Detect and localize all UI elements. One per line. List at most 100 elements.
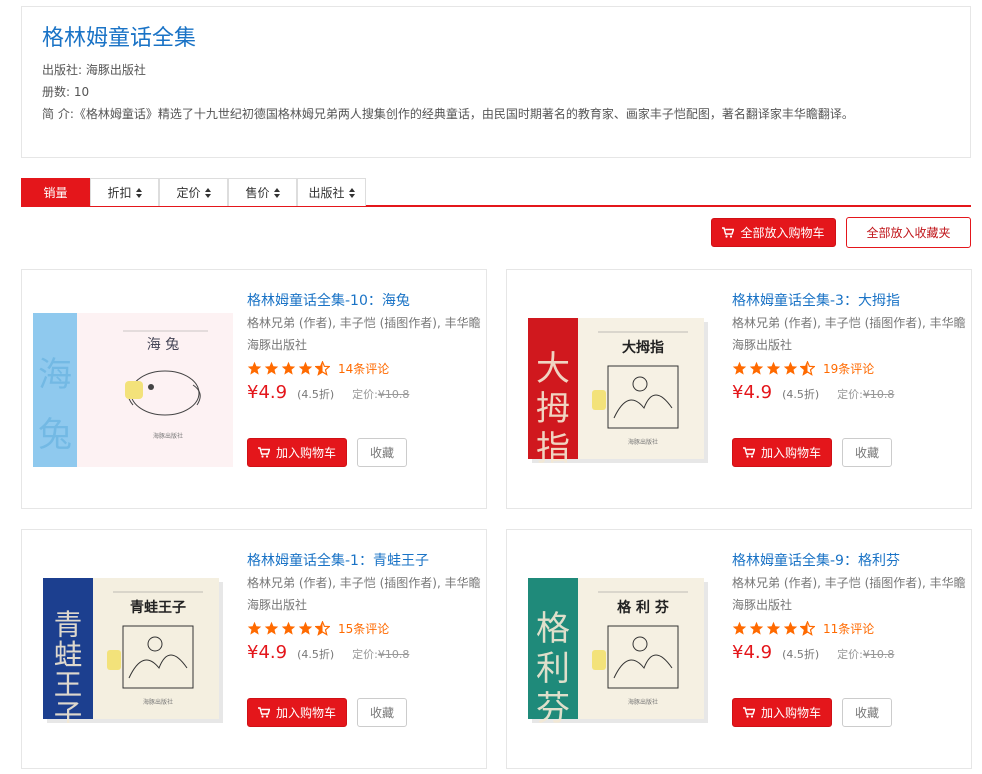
book-title-link[interactable]: 格林姆童话全集-3：大拇指: [732, 290, 966, 312]
svg-text:海豚出版社: 海豚出版社: [628, 698, 658, 706]
list-price: ¥10.8: [377, 388, 410, 401]
book-cover[interactable]: 青蛙王子青蛙王子 海豚出版社: [32, 570, 234, 730]
favorite-button[interactable]: 收藏: [357, 438, 407, 467]
sale-price: ¥4.9: [732, 642, 773, 663]
sort-tab-label: 定价: [176, 186, 201, 200]
book-cover-image: 大拇指大拇指海豚出版社: [528, 317, 708, 463]
series-info-panel: 格林姆童话全集 出版社: 海豚出版社 册数: 10 简 介:《格林姆童话》精选了…: [21, 6, 971, 158]
add-to-cart-button[interactable]: 加入购物车: [247, 438, 347, 467]
book-cover[interactable]: 大拇指大拇指 海豚出版社: [517, 310, 719, 470]
star-rating: [732, 620, 817, 636]
add-all-to-cart-button[interactable]: 全部放入购物车: [711, 218, 836, 247]
series-volumes: 册数: 10: [42, 85, 90, 99]
svg-text:海豚出版社: 海豚出版社: [628, 438, 658, 446]
svg-text:王: 王: [54, 668, 83, 701]
sort-tab-sales[interactable]: 销量: [21, 178, 90, 206]
book-cover[interactable]: 格利芬 格 利 芬海豚出版社: [517, 570, 719, 730]
svg-text:子: 子: [54, 698, 83, 723]
book-info: 格林姆童话全集-1：青蛙王子 格林兄弟 (作者), 丰子恺 (插图作者), 丰华瞻…: [247, 550, 481, 668]
star-icon: [766, 621, 781, 635]
review-count-link[interactable]: 19条评论: [823, 360, 874, 377]
list-price: ¥10.8: [862, 648, 895, 661]
book-title-link[interactable]: 格林姆童话全集-9：格利芬: [732, 550, 966, 572]
discount-rate: (4.5折): [782, 388, 820, 401]
review-count-link[interactable]: 15条评论: [338, 620, 389, 637]
svg-text:海豚出版社: 海豚出版社: [143, 698, 173, 706]
add-to-cart-button[interactable]: 加入购物车: [247, 698, 347, 727]
favorite-button[interactable]: 收藏: [842, 438, 892, 467]
svg-text:青蛙王子: 青蛙王子: [130, 599, 186, 616]
svg-text:格 利 芬: 格 利 芬: [617, 599, 670, 616]
svg-text:青: 青: [54, 608, 83, 641]
svg-text:利: 利: [536, 649, 570, 689]
sort-tab-publisher[interactable]: 出版社: [297, 178, 366, 206]
price-row: ¥4.9 (4.5折) 定价: ¥10.8: [247, 642, 481, 668]
series-publisher: 出版社: 海豚出版社: [42, 63, 146, 77]
add-to-cart-button[interactable]: 加入购物车: [732, 698, 832, 727]
star-icon: [281, 361, 296, 375]
star-icon: [766, 361, 781, 375]
list-price-label: 定价:: [352, 648, 378, 661]
svg-text:指: 指: [536, 429, 570, 463]
svg-text:海: 海: [38, 355, 72, 395]
book-info: 格林姆童话全集-10：海兔格林兄弟 (作者), 丰子恺 (插图作者), 丰华瞻海…: [247, 290, 481, 408]
star-icon: [247, 361, 262, 375]
star-icon: [247, 621, 262, 635]
sort-tab-label: 出版社: [308, 186, 345, 200]
book-card: 青蛙王子青蛙王子 海豚出版社 格林姆童话全集-1：青蛙王子 格林兄弟 (作者), 丰子…: [21, 529, 487, 769]
review-count-link[interactable]: 14条评论: [338, 360, 389, 377]
series-title: 格林姆童话全集: [42, 26, 197, 51]
star-icon: [783, 621, 798, 635]
sale-price: ¥4.9: [247, 382, 288, 403]
cart-icon: [742, 447, 755, 458]
sort-tab-label: 销量: [43, 186, 68, 200]
add-all-to-favorites-button[interactable]: 全部放入收藏夹: [846, 217, 971, 248]
star-rating: [732, 360, 817, 376]
favorite-button[interactable]: 收藏: [357, 698, 407, 727]
svg-text:拇: 拇: [536, 389, 570, 429]
review-count-link[interactable]: 11条评论: [823, 620, 874, 637]
star-icon: [732, 361, 747, 375]
star-half-icon: [800, 360, 815, 376]
svg-text:蛙: 蛙: [54, 638, 83, 671]
list-price-label: 定价:: [352, 388, 378, 401]
sale-price: ¥4.9: [732, 382, 773, 403]
favorite-label: 收藏: [854, 446, 879, 460]
add-all-to-cart-label: 全部放入购物车: [740, 226, 825, 240]
sort-tab-list-price[interactable]: 定价: [159, 178, 228, 206]
favorite-label: 收藏: [369, 706, 394, 720]
book-publisher: 海豚出版社: [732, 598, 793, 612]
rating-row: 19条评论: [732, 356, 966, 380]
discount-rate: (4.5折): [782, 648, 820, 661]
add-to-cart-button[interactable]: 加入购物车: [732, 438, 832, 467]
sort-tab-sale-price[interactable]: 售价: [228, 178, 297, 206]
book-card: 海兔海 兔海豚出版社 格林姆童话全集-10：海兔格林兄弟 (作者), 丰子恺 (插…: [21, 269, 487, 509]
favorite-button[interactable]: 收藏: [842, 698, 892, 727]
star-rating: [247, 620, 332, 636]
book-title-link[interactable]: 格林姆童话全集-1：青蛙王子: [247, 550, 481, 572]
star-icon: [783, 361, 798, 375]
book-authors: 格林兄弟 (作者), 丰子恺 (插图作者), 丰华瞻: [247, 316, 481, 330]
discount-rate: (4.5折): [297, 648, 335, 661]
star-icon: [298, 361, 313, 375]
book-publisher: 海豚出版社: [247, 338, 308, 352]
discount-rate: (4.5折): [297, 388, 335, 401]
star-half-icon: [315, 360, 330, 376]
book-title-link[interactable]: 格林姆童话全集-10：海兔: [247, 290, 481, 312]
favorite-label: 收藏: [369, 446, 394, 460]
sort-tab-discount[interactable]: 折扣: [90, 178, 159, 206]
sort-tab-label: 折扣: [107, 186, 132, 200]
cart-icon: [742, 707, 755, 718]
book-cover[interactable]: 海兔 海 兔海豚出版社: [32, 310, 234, 470]
sort-icon: [204, 187, 211, 198]
book-actions: 加入购物车 收藏: [732, 698, 892, 727]
rating-row: 11条评论: [732, 616, 966, 640]
sort-tab-label: 售价: [245, 186, 270, 200]
svg-text:大: 大: [536, 349, 570, 389]
book-card: 大拇指大拇指 海豚出版社 格林姆童话全集-3：大拇指 格林兄弟 (作者), 丰子恺 (…: [506, 269, 972, 509]
sale-price: ¥4.9: [247, 642, 288, 663]
star-icon: [298, 621, 313, 635]
star-icon: [281, 621, 296, 635]
star-icon: [264, 621, 279, 635]
price-row: ¥4.9 (4.5折) 定价: ¥10.8: [732, 382, 966, 408]
